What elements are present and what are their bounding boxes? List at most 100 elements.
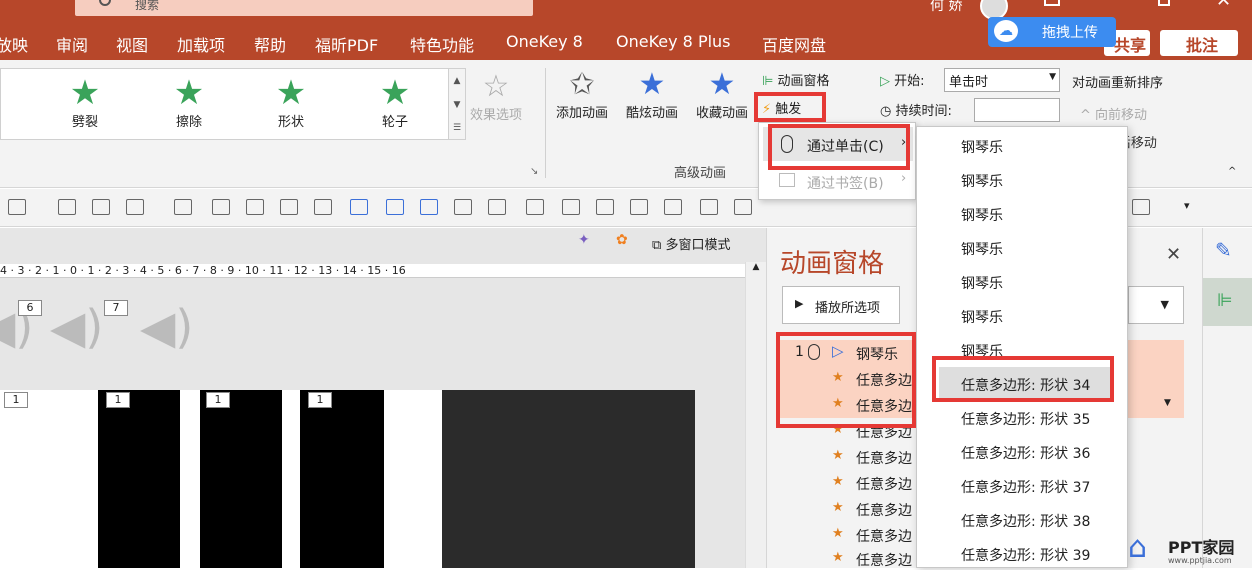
chevron-down-icon[interactable]: ▼	[449, 93, 465, 117]
brush-icon[interactable]: ✎	[1215, 238, 1232, 262]
list-item[interactable]: 任意多边形: 形状 35	[961, 409, 1090, 429]
list-item[interactable]: 钢琴乐	[961, 239, 1003, 259]
tab-help[interactable]: 帮助	[254, 32, 286, 56]
list-item[interactable]: 任意多边形: 形状 36	[961, 443, 1090, 463]
flip-icon[interactable]	[212, 199, 230, 215]
distribute-icon[interactable]	[630, 199, 648, 215]
animation-badge: 1	[308, 392, 332, 408]
duration-input[interactable]	[974, 98, 1060, 122]
magic-icon[interactable]: ✦	[578, 232, 590, 248]
piano-key-black[interactable]	[300, 390, 384, 568]
list-item[interactable]: 钢琴乐	[961, 307, 1003, 327]
tab-slideshow[interactable]: 放映	[0, 32, 28, 56]
align-left-icon[interactable]	[58, 199, 76, 215]
effect-shape[interactable]: ★ 形状	[261, 75, 321, 130]
edit-icon[interactable]	[454, 199, 472, 215]
table-icon[interactable]	[126, 199, 144, 215]
box-icon[interactable]	[246, 199, 264, 215]
baidu-upload-button[interactable]: ☁ 拖拽上传	[988, 17, 1116, 47]
distribute-icon[interactable]	[700, 199, 718, 215]
distribute-icon[interactable]	[664, 199, 682, 215]
animation-badge: 1	[4, 392, 28, 408]
close-icon[interactable]: ✕	[1166, 244, 1181, 265]
tab-onekey8-plus[interactable]: OneKey 8 Plus	[616, 32, 731, 51]
list-item[interactable]: 任意多边	[856, 550, 912, 570]
search-box[interactable]: 搜索	[75, 0, 533, 16]
tab-review[interactable]: 审阅	[56, 32, 88, 56]
chevron-down-icon[interactable]: ▾	[1184, 199, 1190, 212]
align-right-icon[interactable]	[92, 199, 110, 215]
collapse-ribbon-icon[interactable]: ^	[1228, 166, 1236, 177]
piano-key-white[interactable]	[180, 390, 200, 568]
effect-wheel[interactable]: ★ 轮子	[365, 75, 425, 130]
tab-onekey8[interactable]: OneKey 8	[506, 32, 583, 51]
distribute-icon[interactable]	[526, 199, 544, 215]
fav-animation-button[interactable]: ★ 收藏动画	[696, 68, 748, 122]
start-select[interactable]: 单击时 ▼	[944, 68, 1060, 92]
textbox-icon[interactable]	[350, 199, 368, 215]
animation-pane-toggle[interactable]: ⊫	[1203, 278, 1252, 326]
piano-key-white[interactable]	[282, 390, 300, 568]
piano-key-white[interactable]	[40, 390, 98, 568]
tab-baidu-pan[interactable]: 百度网盘	[762, 32, 826, 56]
list-item[interactable]: 钢琴乐	[961, 171, 1003, 191]
piano-key-black[interactable]	[200, 390, 282, 568]
dialog-launcher-icon[interactable]: ↘	[530, 166, 538, 177]
effect-split[interactable]: ★ 劈裂	[55, 75, 115, 130]
effect-options-button[interactable]: ☆ 效果选项	[470, 70, 522, 124]
piano-key-white[interactable]	[0, 390, 40, 568]
media-icon[interactable]	[386, 199, 404, 215]
list-item[interactable]: 任意多边	[856, 474, 912, 494]
gear-icon[interactable]: ✿	[616, 232, 628, 248]
chevron-down-icon[interactable]: ▼	[1164, 398, 1171, 408]
distribute-icon[interactable]	[596, 199, 614, 215]
tab-special[interactable]: 特色功能	[410, 32, 474, 56]
box-icon[interactable]	[280, 199, 298, 215]
close-window-icon[interactable]: ✕	[1216, 0, 1231, 11]
comment-button[interactable]: 批注	[1160, 30, 1238, 56]
cool-animation-button[interactable]: ★ 酷炫动画	[626, 68, 678, 122]
bookmark-icon	[779, 173, 795, 187]
gallery-scroll[interactable]: ▲ ▼ ☰	[448, 68, 466, 140]
add-animation-button[interactable]: ✩ 添加动画	[556, 68, 608, 122]
distribute-icon[interactable]	[562, 199, 580, 215]
list-item[interactable]: 任意多边形: 形状 37	[961, 477, 1090, 497]
multi-window-button[interactable]: ⧉ 多窗口模式	[652, 234, 730, 253]
piano-key-white[interactable]	[384, 390, 442, 568]
list-item[interactable]: 任意多边	[856, 500, 912, 520]
reorder-label: 对动画重新排序	[1072, 76, 1164, 91]
chevron-up-icon[interactable]: ▲	[746, 262, 766, 272]
tab-addins[interactable]: 加载项	[177, 32, 225, 56]
animation-pane-button[interactable]: ⊫ 动画窗格	[762, 70, 829, 89]
restore-icon[interactable]	[1158, 0, 1170, 6]
list-item[interactable]: 任意多边形: 形状 39	[961, 545, 1090, 565]
effect-wipe[interactable]: ★ 擦除	[159, 75, 219, 130]
play-selected-button[interactable]: ▶ 播放所选项	[782, 286, 900, 324]
list-item[interactable]: 钢琴乐	[961, 137, 1003, 157]
align-icon[interactable]	[8, 199, 26, 215]
pane-options-dropdown[interactable]: ▼	[1128, 286, 1184, 324]
list-item[interactable]: 任意多边	[856, 448, 912, 468]
chevron-up-icon[interactable]: ▲	[449, 69, 465, 93]
editor-scrollbar[interactable]: ▲	[745, 262, 766, 568]
piano-key-black[interactable]	[98, 390, 180, 568]
list-item[interactable]: 任意多边	[856, 526, 912, 546]
tab-foxit-pdf[interactable]: 福昕PDF	[315, 32, 378, 56]
speaker-icon[interactable]: ◀)	[140, 300, 193, 354]
tab-view[interactable]: 视图	[116, 32, 148, 56]
ruler: 4 · 3 · 2 · 1 · 0 · 1 · 2 · 3 · 4 · 5 · …	[0, 264, 745, 278]
chart-icon[interactable]	[488, 199, 506, 215]
expand-icon[interactable]: ☰	[449, 117, 465, 139]
box-icon[interactable]	[314, 199, 332, 215]
arrange-icon[interactable]	[1132, 199, 1150, 215]
speaker-icon[interactable]: ◀)	[50, 300, 103, 354]
animation-badge: 1	[206, 392, 230, 408]
list-item[interactable]: 钢琴乐	[961, 273, 1003, 293]
crop-icon[interactable]	[174, 199, 192, 215]
list-item[interactable]: 任意多边形: 形状 38	[961, 511, 1090, 531]
shape-icon[interactable]	[420, 199, 438, 215]
move-earlier-button[interactable]: ^ 向前移动	[1080, 104, 1147, 123]
distribute-icon[interactable]	[734, 199, 752, 215]
ribbon-display-icon[interactable]	[1044, 0, 1060, 6]
list-item[interactable]: 钢琴乐	[961, 205, 1003, 225]
